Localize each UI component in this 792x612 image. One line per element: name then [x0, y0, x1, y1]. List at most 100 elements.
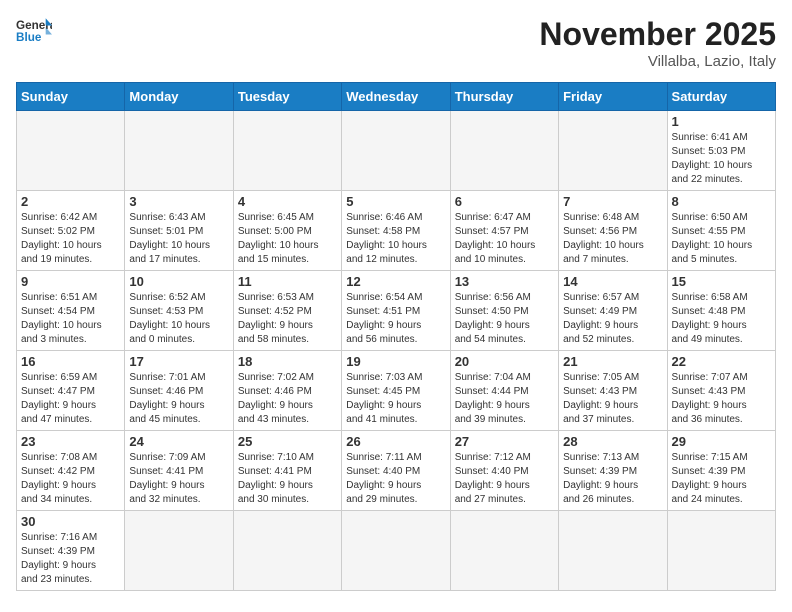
calendar-cell: 6Sunrise: 6:47 AM Sunset: 4:57 PM Daylig… — [450, 191, 558, 271]
calendar-cell: 30 Sunrise: 7:16 AM Sunset: 4:39 PM Dayli… — [17, 511, 125, 591]
calendar-cell — [559, 511, 667, 591]
calendar-cell: 20 Sunrise: 7:04 AM Sunset: 4:44 PM Dayli… — [450, 351, 558, 431]
calendar-cell: 7Sunrise: 6:48 AM Sunset: 4:56 PM Daylig… — [559, 191, 667, 271]
day-info: Sunrise: 6:59 AM Sunset: 4:47 PM Dayligh… — [21, 371, 120, 427]
day-info: Sunrise: 7:05 AM Sunset: 4:43 PM Dayligh… — [563, 371, 662, 427]
day-number: 21 — [563, 354, 662, 369]
day-info: Sunrise: 6:56 AM Sunset: 4:50 PM Dayligh… — [455, 291, 554, 347]
day-info: Sunrise: 7:12 AM Sunset: 4:40 PM Dayligh… — [455, 451, 554, 507]
calendar-cell: 28Sunrise: 7:13 AM Sunset: 4:39 PM Dayli… — [559, 431, 667, 511]
day-number: 24 — [129, 434, 228, 449]
day-info: Sunrise: 7:03 AM Sunset: 4:45 PM Dayligh… — [346, 371, 445, 427]
calendar-cell: 3 Sunrise: 6:43 AM Sunset: 5:01 PM Daylig… — [125, 191, 233, 271]
calendar-cell — [667, 511, 775, 591]
day-number: 7 — [563, 194, 662, 209]
calendar-cell: 16 Sunrise: 6:59 AM Sunset: 4:47 PM Dayli… — [17, 351, 125, 431]
calendar-cell: 10Sunrise: 6:52 AM Sunset: 4:53 PM Dayli… — [125, 271, 233, 351]
weekday-header-friday: Friday — [559, 83, 667, 111]
day-number: 2 — [21, 194, 120, 209]
day-number: 15 — [672, 274, 771, 289]
calendar-cell: 12Sunrise: 6:54 AM Sunset: 4:51 PM Dayli… — [342, 271, 450, 351]
calendar-cell: 26Sunrise: 7:11 AM Sunset: 4:40 PM Dayli… — [342, 431, 450, 511]
day-number: 23 — [21, 434, 120, 449]
calendar-week-row: 23 Sunrise: 7:08 AM Sunset: 4:42 PM Dayli… — [17, 431, 776, 511]
day-info: Sunrise: 6:57 AM Sunset: 4:49 PM Dayligh… — [563, 291, 662, 347]
calendar-cell — [17, 111, 125, 191]
day-number: 9 — [21, 274, 120, 289]
day-info: Sunrise: 6:50 AM Sunset: 4:55 PM Dayligh… — [672, 211, 771, 267]
month-title: November 2025 — [539, 16, 776, 53]
day-number: 19 — [346, 354, 445, 369]
calendar-cell: 13 Sunrise: 6:56 AM Sunset: 4:50 PM Dayli… — [450, 271, 558, 351]
calendar-cell — [233, 111, 341, 191]
calendar-week-row: 30 Sunrise: 7:16 AM Sunset: 4:39 PM Dayli… — [17, 511, 776, 591]
svg-text:Blue: Blue — [16, 31, 42, 44]
day-number: 28 — [563, 434, 662, 449]
calendar-cell — [342, 111, 450, 191]
day-number: 13 — [455, 274, 554, 289]
calendar-cell: 25Sunrise: 7:10 AM Sunset: 4:41 PM Dayli… — [233, 431, 341, 511]
page-header: General Blue November 2025 Villalba, Laz… — [16, 16, 776, 70]
calendar-cell: 22 Sunrise: 7:07 AM Sunset: 4:43 PM Dayli… — [667, 351, 775, 431]
day-info: Sunrise: 7:07 AM Sunset: 4:43 PM Dayligh… — [672, 371, 771, 427]
calendar-cell: 1Sunrise: 6:41 AM Sunset: 5:03 PM Daylig… — [667, 111, 775, 191]
weekday-header-saturday: Saturday — [667, 83, 775, 111]
day-info: Sunrise: 6:46 AM Sunset: 4:58 PM Dayligh… — [346, 211, 445, 267]
day-info: Sunrise: 7:10 AM Sunset: 4:41 PM Dayligh… — [238, 451, 337, 507]
day-info: Sunrise: 6:45 AM Sunset: 5:00 PM Dayligh… — [238, 211, 337, 267]
day-info: Sunrise: 7:02 AM Sunset: 4:46 PM Dayligh… — [238, 371, 337, 427]
calendar-cell: 15Sunrise: 6:58 AM Sunset: 4:48 PM Dayli… — [667, 271, 775, 351]
weekday-header-tuesday: Tuesday — [233, 83, 341, 111]
day-info: Sunrise: 6:41 AM Sunset: 5:03 PM Dayligh… — [672, 131, 771, 187]
day-info: Sunrise: 6:53 AM Sunset: 4:52 PM Dayligh… — [238, 291, 337, 347]
day-number: 3 — [129, 194, 228, 209]
calendar-week-row: 1Sunrise: 6:41 AM Sunset: 5:03 PM Daylig… — [17, 111, 776, 191]
weekday-header-wednesday: Wednesday — [342, 83, 450, 111]
weekday-header-monday: Monday — [125, 83, 233, 111]
calendar-cell — [125, 111, 233, 191]
day-info: Sunrise: 6:42 AM Sunset: 5:02 PM Dayligh… — [21, 211, 120, 267]
day-info: Sunrise: 7:04 AM Sunset: 4:44 PM Dayligh… — [455, 371, 554, 427]
day-number: 8 — [672, 194, 771, 209]
day-number: 4 — [238, 194, 337, 209]
logo-icon: General Blue — [16, 16, 52, 44]
day-number: 14 — [563, 274, 662, 289]
calendar-cell: 19 Sunrise: 7:03 AM Sunset: 4:45 PM Dayli… — [342, 351, 450, 431]
calendar-cell — [450, 111, 558, 191]
calendar-week-row: 9Sunrise: 6:51 AM Sunset: 4:54 PM Daylig… — [17, 271, 776, 351]
day-number: 11 — [238, 274, 337, 289]
calendar-cell — [233, 511, 341, 591]
calendar-cell: 21 Sunrise: 7:05 AM Sunset: 4:43 PM Dayli… — [559, 351, 667, 431]
day-info: Sunrise: 6:47 AM Sunset: 4:57 PM Dayligh… — [455, 211, 554, 267]
calendar-cell: 27Sunrise: 7:12 AM Sunset: 4:40 PM Dayli… — [450, 431, 558, 511]
day-info: Sunrise: 7:09 AM Sunset: 4:41 PM Dayligh… — [129, 451, 228, 507]
day-info: Sunrise: 7:08 AM Sunset: 4:42 PM Dayligh… — [21, 451, 120, 507]
weekday-header-row: SundayMondayTuesdayWednesdayThursdayFrid… — [17, 83, 776, 111]
title-block: November 2025 Villalba, Lazio, Italy — [539, 16, 776, 70]
day-info: Sunrise: 6:43 AM Sunset: 5:01 PM Dayligh… — [129, 211, 228, 267]
day-number: 18 — [238, 354, 337, 369]
calendar-cell: 24 Sunrise: 7:09 AM Sunset: 4:41 PM Dayli… — [125, 431, 233, 511]
calendar-cell: 4 Sunrise: 6:45 AM Sunset: 5:00 PM Daylig… — [233, 191, 341, 271]
weekday-header-sunday: Sunday — [17, 83, 125, 111]
calendar-cell: 23 Sunrise: 7:08 AM Sunset: 4:42 PM Dayli… — [17, 431, 125, 511]
location: Villalba, Lazio, Italy — [539, 53, 776, 70]
day-info: Sunrise: 7:15 AM Sunset: 4:39 PM Dayligh… — [672, 451, 771, 507]
calendar-week-row: 16 Sunrise: 6:59 AM Sunset: 4:47 PM Dayli… — [17, 351, 776, 431]
day-info: Sunrise: 7:01 AM Sunset: 4:46 PM Dayligh… — [129, 371, 228, 427]
calendar-cell: 5Sunrise: 6:46 AM Sunset: 4:58 PM Daylig… — [342, 191, 450, 271]
calendar-cell: 9Sunrise: 6:51 AM Sunset: 4:54 PM Daylig… — [17, 271, 125, 351]
weekday-header-thursday: Thursday — [450, 83, 558, 111]
calendar-cell: 29Sunrise: 7:15 AM Sunset: 4:39 PM Dayli… — [667, 431, 775, 511]
day-number: 22 — [672, 354, 771, 369]
calendar-cell — [559, 111, 667, 191]
day-number: 16 — [21, 354, 120, 369]
day-number: 20 — [455, 354, 554, 369]
day-info: Sunrise: 7:16 AM Sunset: 4:39 PM Dayligh… — [21, 531, 120, 587]
day-number: 30 — [21, 514, 120, 529]
calendar-cell — [342, 511, 450, 591]
day-info: Sunrise: 6:54 AM Sunset: 4:51 PM Dayligh… — [346, 291, 445, 347]
day-info: Sunrise: 7:11 AM Sunset: 4:40 PM Dayligh… — [346, 451, 445, 507]
calendar-table: SundayMondayTuesdayWednesdayThursdayFrid… — [16, 82, 776, 591]
day-number: 10 — [129, 274, 228, 289]
